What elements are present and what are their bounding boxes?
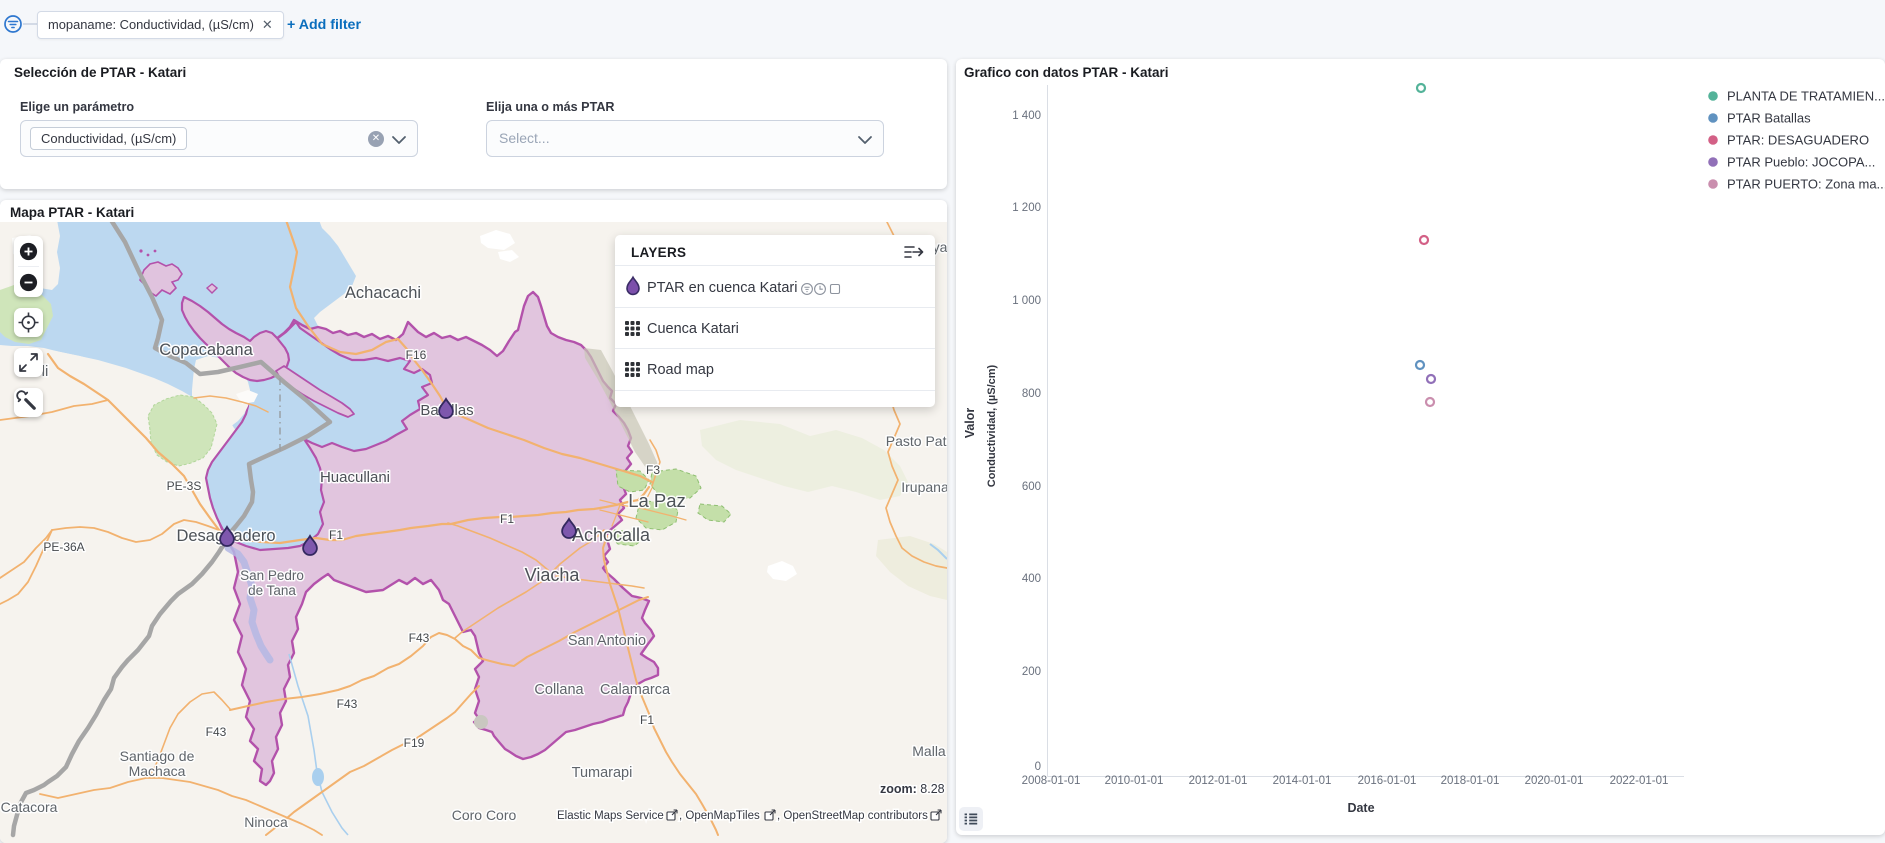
svg-text:PE-3S: PE-3S (167, 479, 202, 493)
svg-text:de Tana: de Tana (248, 583, 296, 598)
svg-text:zoom: 8.28: zoom: 8.28 (880, 782, 945, 796)
svg-text:Calamarca: Calamarca (600, 682, 671, 698)
svg-text:2018-01-01: 2018-01-01 (1441, 775, 1500, 787)
svg-text:PTAR: DESAGUADERO: PTAR: DESAGUADERO (1727, 133, 1869, 148)
svg-text:PTAR PUERTO: Zona ma...: PTAR PUERTO: Zona ma... (1727, 177, 1885, 192)
svg-text:Elastic Maps Service: Elastic Maps Service (557, 810, 664, 822)
svg-text:, OpenStreetMap contributors: , OpenStreetMap contributors (777, 810, 928, 822)
svg-text:2012-01-01: 2012-01-01 (1189, 775, 1248, 787)
svg-text:PE-36A: PE-36A (43, 540, 84, 554)
svg-text:1 400: 1 400 (1012, 110, 1041, 122)
svg-text:2016-01-01: 2016-01-01 (1358, 775, 1417, 787)
svg-text:2010-01-01: 2010-01-01 (1105, 775, 1164, 787)
svg-text:Santiago de: Santiago de (120, 748, 195, 764)
svg-text:Irupana: Irupana (901, 479, 947, 495)
svg-text:800: 800 (1022, 388, 1041, 400)
svg-text:Malla: Malla (912, 743, 946, 759)
svg-text:1 200: 1 200 (1012, 202, 1041, 214)
svg-text:Valor: Valor (963, 408, 977, 439)
svg-text:F43: F43 (206, 725, 227, 739)
svg-text:Tumarapi: Tumarapi (572, 765, 633, 781)
svg-text:F1: F1 (329, 528, 343, 542)
svg-text:F1: F1 (640, 713, 654, 727)
svg-text:1 000: 1 000 (1012, 295, 1041, 307)
svg-text:San Antonio: San Antonio (568, 633, 646, 649)
svg-text:2008-01-01: 2008-01-01 (1022, 775, 1081, 787)
svg-text:Copacabana: Copacabana (159, 341, 253, 359)
svg-text:, OpenMapTiles: , OpenMapTiles (679, 810, 760, 822)
svg-text:F43: F43 (409, 631, 430, 645)
svg-text:PTAR Pueblo: JOCOPA...: PTAR Pueblo: JOCOPA... (1727, 155, 1875, 170)
svg-text:F19: F19 (404, 736, 425, 750)
svg-text:Date: Date (1347, 801, 1374, 815)
svg-text:2020-01-01: 2020-01-01 (1525, 775, 1584, 787)
svg-text:2014-01-01: 2014-01-01 (1273, 775, 1332, 787)
svg-text:200: 200 (1022, 666, 1041, 678)
svg-text:San Pedro: San Pedro (240, 568, 304, 583)
svg-text:Huacullani: Huacullani (320, 469, 390, 486)
svg-text:Coro Coro: Coro Coro (452, 807, 517, 823)
svg-text:2022-01-01: 2022-01-01 (1610, 775, 1669, 787)
svg-text:600: 600 (1022, 481, 1041, 493)
svg-text:PLANTA DE TRATAMIEN...: PLANTA DE TRATAMIEN... (1727, 89, 1885, 104)
svg-text:Ninoca: Ninoca (244, 814, 288, 830)
svg-text:Viacha: Viacha (525, 565, 581, 585)
svg-text:Conductividad, (µS/cm): Conductividad, (µS/cm) (986, 364, 998, 487)
svg-text:400: 400 (1022, 573, 1041, 585)
svg-text:F16: F16 (406, 348, 427, 362)
svg-text:Achocalla: Achocalla (572, 525, 651, 545)
svg-text:Collana: Collana (534, 682, 584, 698)
svg-text:Pasto Pata: Pasto Pata (886, 433, 947, 449)
svg-text:F1: F1 (500, 512, 514, 526)
svg-text:Machaca: Machaca (129, 763, 186, 779)
svg-text:Achacachi: Achacachi (345, 284, 421, 302)
svg-text:0: 0 (1035, 761, 1041, 773)
svg-text:Catacora: Catacora (1, 799, 58, 815)
svg-text:La Paz: La Paz (628, 490, 686, 511)
svg-text:F3: F3 (646, 463, 660, 477)
svg-text:F43: F43 (337, 697, 358, 711)
svg-text:PTAR Batallas: PTAR Batallas (1727, 111, 1811, 126)
